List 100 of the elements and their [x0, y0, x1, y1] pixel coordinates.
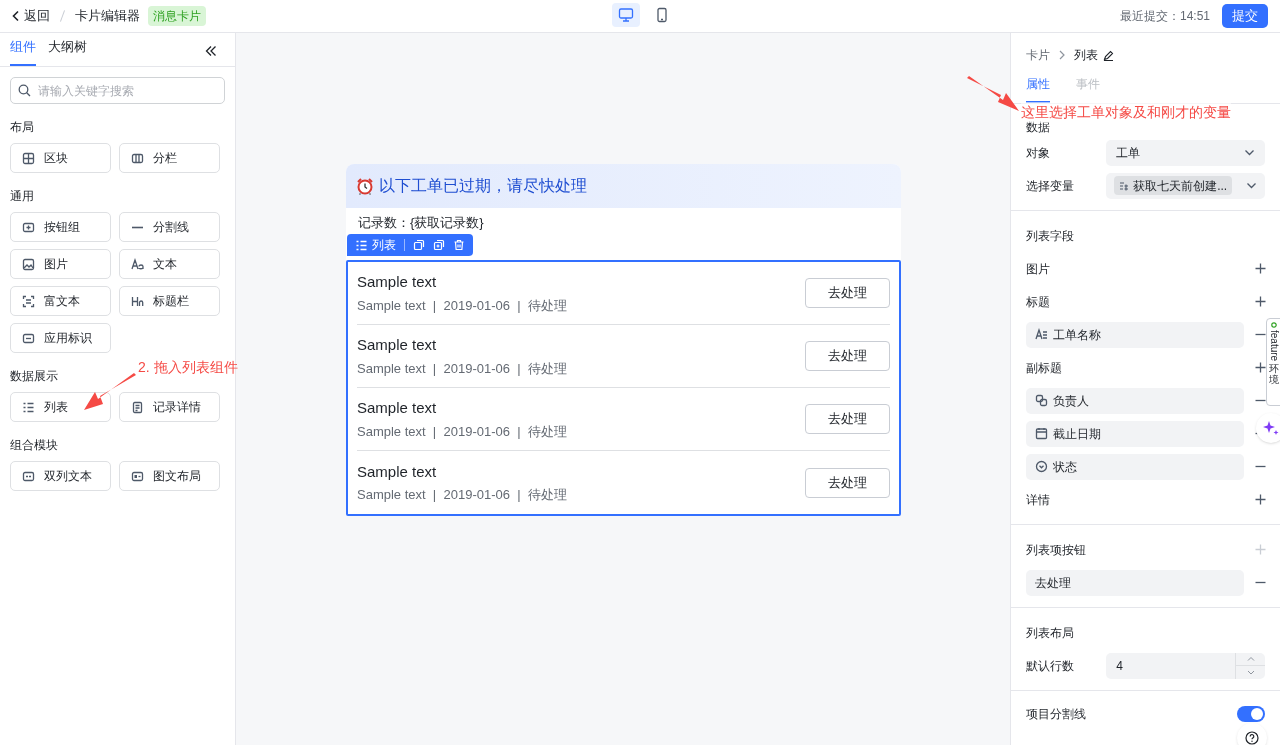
device-button[interactable] — [612, 3, 640, 27]
annotation-arrow — [965, 76, 1021, 112]
plus-icon[interactable] — [1255, 494, 1266, 505]
chevron-down-icon — [1246, 182, 1257, 189]
variable-chip: 获取七天前创建... — [1114, 176, 1233, 195]
chevron-down-icon — [1244, 149, 1255, 156]
process-button[interactable]: 去处理 — [805, 404, 890, 434]
search-field[interactable]: 请输入关键字搜索 — [10, 77, 225, 104]
submit-button[interactable]: 提交 — [1222, 4, 1268, 28]
variable-icon — [1119, 180, 1130, 191]
breadcrumb-item: 卡片 — [1026, 47, 1050, 64]
component-button[interactable]: 分割线 — [119, 212, 220, 242]
card-icon — [22, 469, 35, 483]
number-input[interactable]: 4 — [1106, 652, 1265, 679]
component-button[interactable]: 富文本 — [10, 286, 111, 316]
setting-label: 项目分割线 — [1026, 706, 1086, 723]
breadcrumb-current: 列表 — [1074, 47, 1098, 64]
component-button[interactable]: 记录详情 — [119, 392, 220, 422]
scan-icon — [22, 294, 35, 308]
field-label: 默认行数 — [1026, 657, 1075, 675]
grid-icon — [22, 151, 35, 165]
tab[interactable]: 属性 — [1026, 75, 1050, 103]
toggle-switch[interactable] — [1237, 706, 1265, 722]
card-title: 以下工单已过期，请尽快处理 — [379, 176, 587, 196]
back-button[interactable]: 返回 — [12, 6, 50, 26]
object-select[interactable]: 工单 — [1106, 139, 1265, 166]
toolbar-label: 列表 — [372, 237, 396, 254]
last-submit-time: 最近提交：14:51 — [1119, 8, 1210, 25]
search-icon — [18, 84, 31, 97]
component-button[interactable]: 区块 — [10, 143, 111, 173]
duplicate-icon[interactable] — [433, 239, 445, 251]
list-component[interactable]: Sample text Sample text | 2019-01-06 | 待处理 去处理 Sample text Sample text | 2019-01-06 | 待处理 去处理 Sample text Sample text | 2019-01-06 | 待处理 去处理 Sample text Sample text | 2019-01-06 | 待处理 去处理 — [346, 260, 901, 516]
item-subtitle: Sample text | 2019-01-06 | 待处理 — [357, 486, 567, 504]
field-chip[interactable]: 工单名称 — [1026, 321, 1244, 348]
component-button[interactable]: 双列文本 — [10, 461, 111, 491]
help-icon — [1245, 731, 1259, 745]
section-title: 列表字段 — [1025, 227, 1075, 245]
component-button[interactable]: 图片 — [10, 249, 111, 279]
variable-select[interactable]: 获取七天前创建... — [1106, 172, 1265, 199]
component-button[interactable]: 应用标识 — [10, 323, 111, 353]
field-label: 副标题 — [1026, 359, 1062, 377]
tag: 消息卡片 — [148, 6, 206, 26]
heading-icon — [131, 294, 144, 308]
chevron-left-icon — [12, 10, 20, 22]
process-button[interactable]: 去处理 — [805, 278, 890, 308]
item-subtitle: Sample text | 2019-01-06 | 待处理 — [357, 359, 567, 378]
chevron-circle-icon — [1035, 460, 1048, 473]
text-icon — [131, 257, 144, 271]
pencil-icon — [1103, 49, 1114, 61]
copy-icon[interactable] — [413, 239, 425, 251]
annotation-arrow — [82, 372, 138, 412]
section-title: 组合模块 — [10, 437, 58, 454]
field-chip[interactable]: 负责人 — [1026, 387, 1244, 414]
component-button[interactable]: 分栏 — [119, 143, 220, 173]
component-button[interactable]: 标题栏 — [119, 286, 220, 316]
item-title: Sample text — [357, 335, 438, 355]
item-subtitle: Sample text | 2019-01-06 | 待处理 — [357, 296, 567, 315]
component-button[interactable]: 文本 — [119, 249, 220, 279]
collapse-icon[interactable] — [205, 45, 217, 57]
image-icon — [22, 257, 35, 271]
ring-icon — [1271, 322, 1277, 328]
feature-tab[interactable]: feature 环境 — [1266, 318, 1280, 406]
process-button[interactable]: 去处理 — [805, 467, 890, 498]
annotation-text: 2. 拖入列表组件 — [138, 358, 238, 377]
tab[interactable]: 组件 — [10, 36, 36, 66]
section-title: 列表项按钮 — [1026, 541, 1086, 559]
component-button[interactable]: 按钮组 — [10, 212, 111, 242]
chevron-up-icon — [1246, 656, 1255, 662]
text-icon — [1035, 328, 1048, 341]
overlap-icon — [1035, 394, 1048, 407]
plus-icon[interactable] — [1255, 296, 1266, 307]
card-icon — [131, 469, 144, 483]
delete-icon[interactable] — [453, 239, 465, 251]
help-button[interactable] — [1237, 723, 1267, 745]
field-chip[interactable]: 截止日期 — [1026, 420, 1244, 447]
record-count-text: 记录数：{获取记录数} — [358, 216, 485, 230]
section-title: 通用 — [10, 188, 34, 205]
ai-button[interactable] — [1256, 413, 1280, 443]
plus-icon[interactable] — [1255, 362, 1266, 373]
item-title: Sample text — [357, 461, 438, 482]
section-title: 数据展示 — [10, 368, 58, 385]
columns-icon — [131, 151, 144, 165]
monitor-icon — [618, 7, 634, 23]
process-button[interactable]: 去处理 — [805, 341, 890, 371]
tab[interactable]: 大纲树 — [48, 36, 87, 66]
sparkle-icon — [1263, 420, 1279, 436]
plus-icon[interactable] — [1255, 263, 1266, 274]
component-button[interactable]: 图文布局 — [119, 461, 220, 491]
phone-icon — [654, 7, 670, 23]
field-label: 图片 — [1026, 260, 1050, 278]
chevron-right-icon — [1058, 50, 1066, 60]
document-icon — [131, 400, 144, 414]
field-chip[interactable]: 状态 — [1026, 453, 1244, 480]
calendar-icon — [1035, 427, 1048, 440]
field-label: 详情 — [1026, 491, 1050, 509]
item-title: Sample text — [357, 272, 438, 292]
field-label: 选择变量 — [1026, 177, 1075, 195]
alarm-clock-icon — [356, 177, 374, 195]
section-title: 列表布局 — [1025, 624, 1075, 642]
annotation-text: 这里选择工单对象及和刚才的变量 — [1021, 102, 1231, 123]
